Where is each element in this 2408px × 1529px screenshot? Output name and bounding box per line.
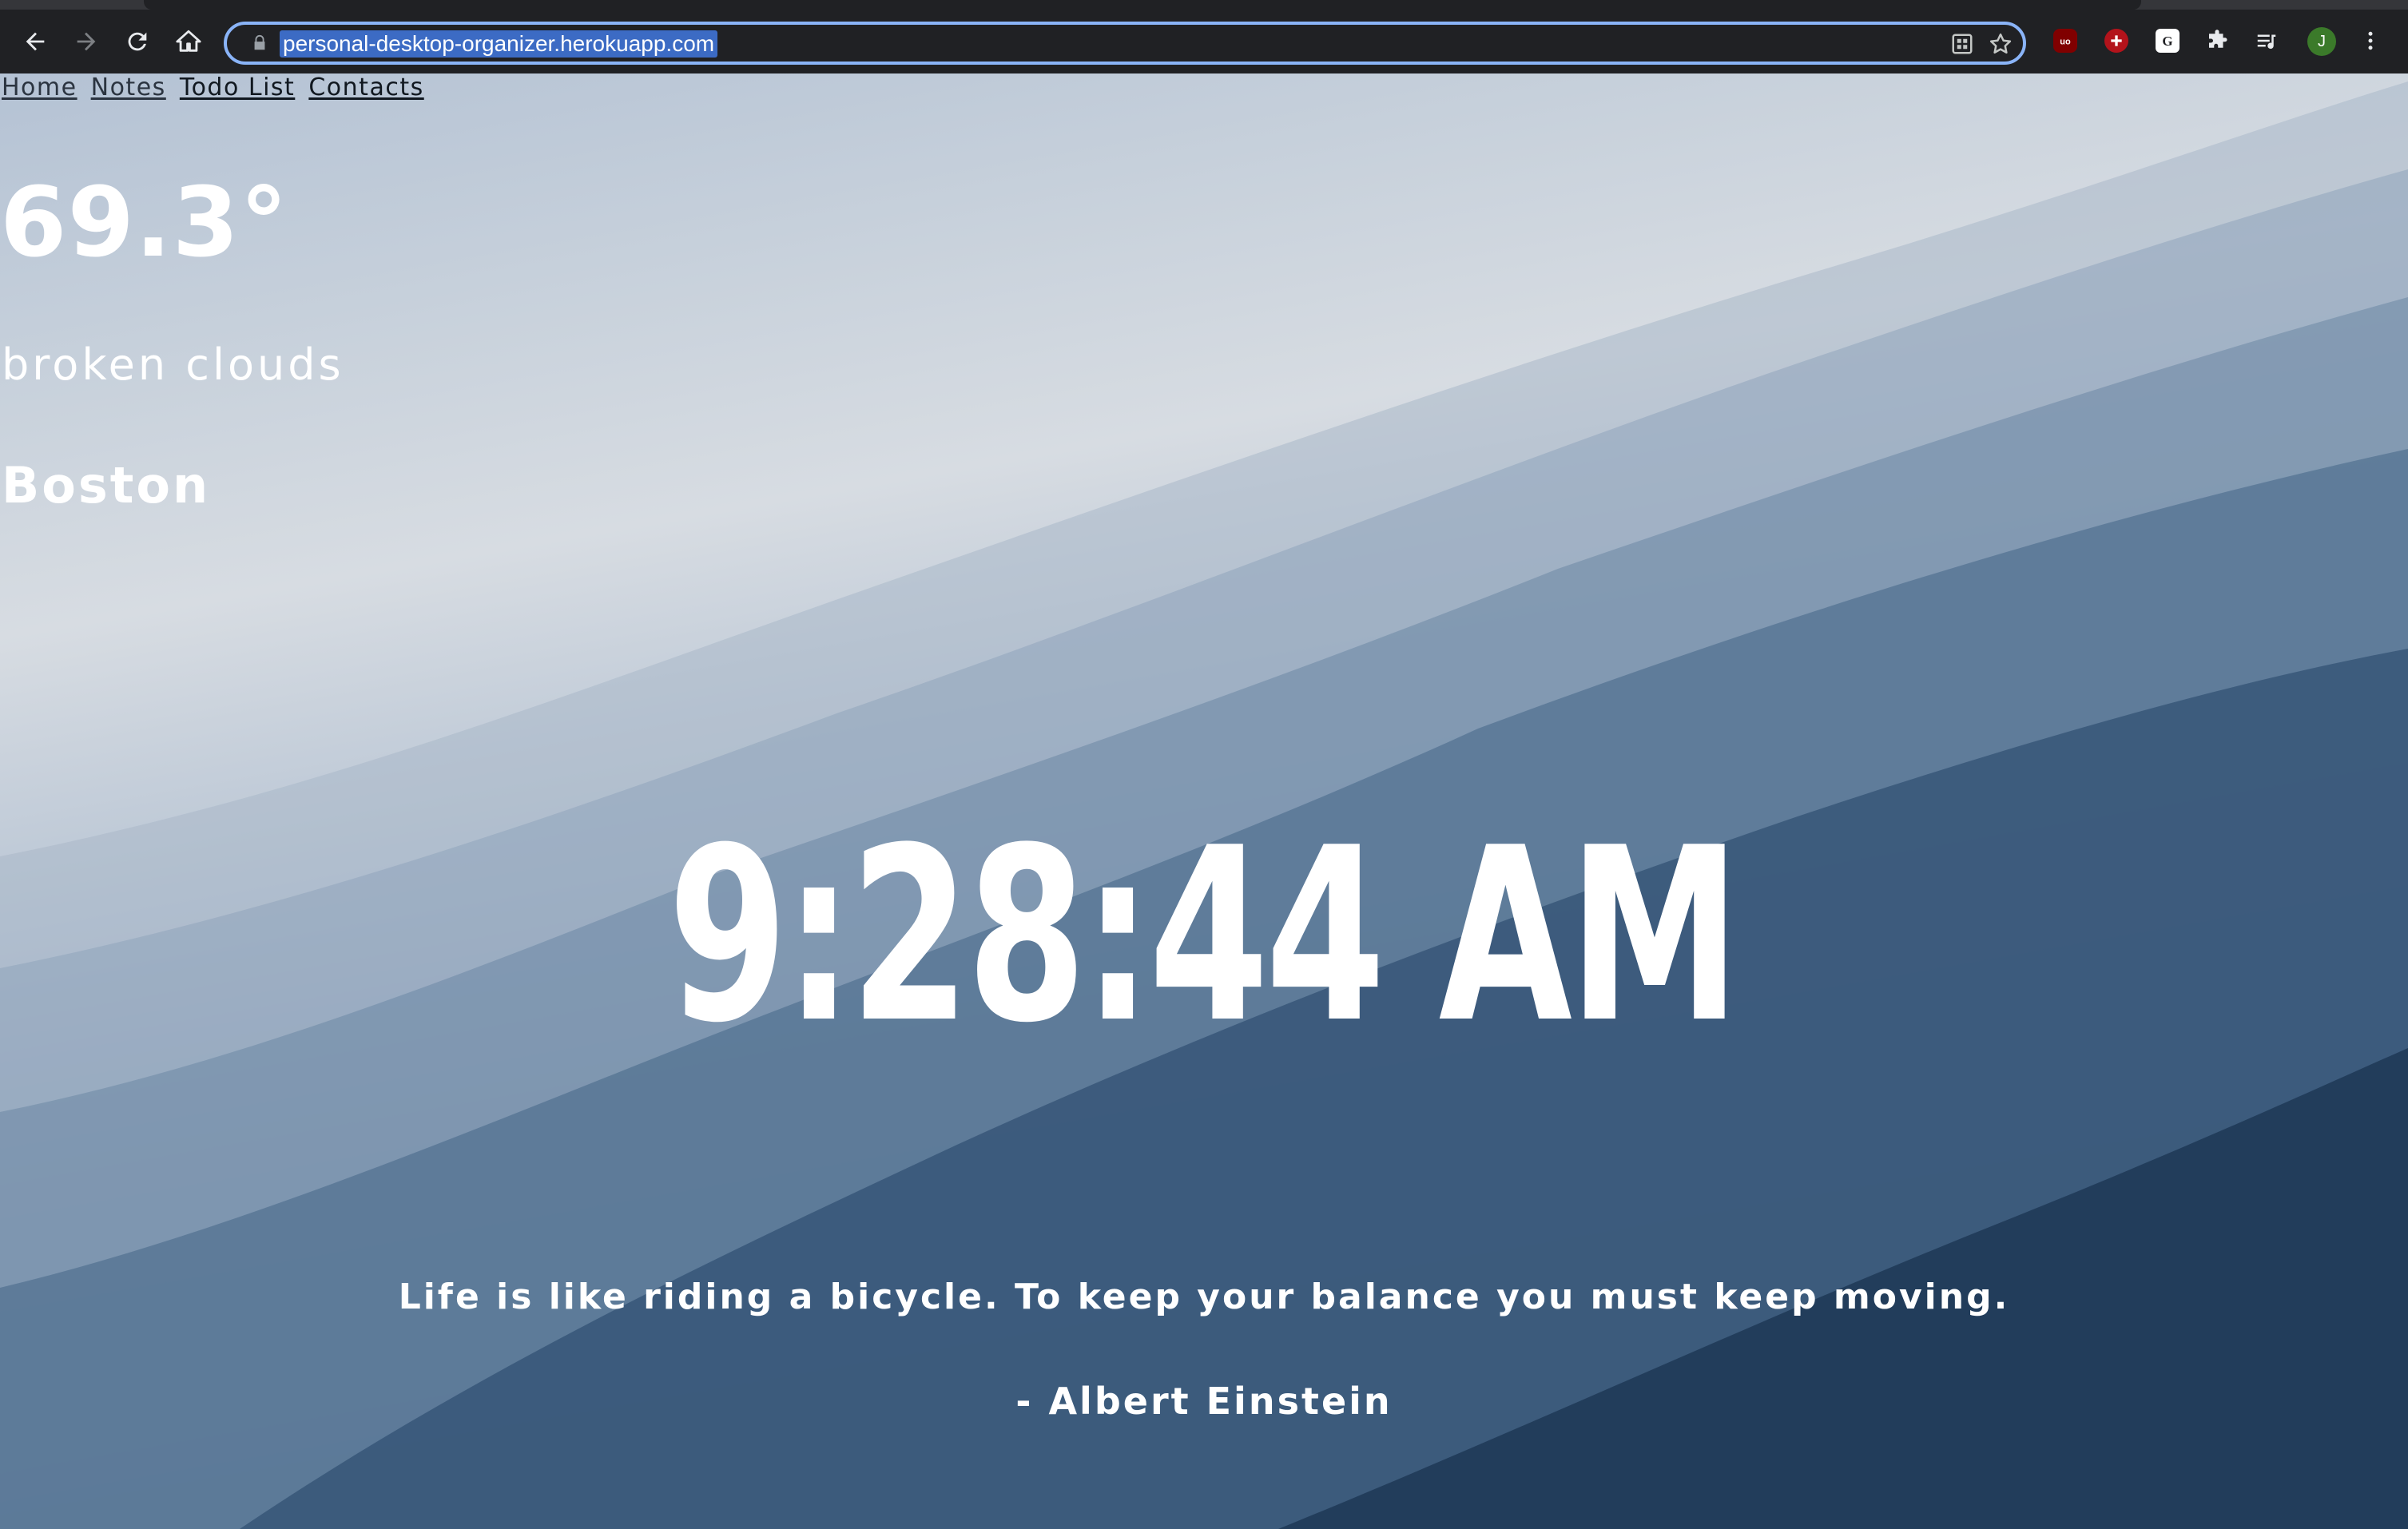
reload-button[interactable] — [118, 24, 157, 62]
nav-link-todo-list[interactable]: Todo List — [180, 73, 295, 101]
weather-description: broken clouds — [2, 340, 344, 390]
reading-list-icon[interactable] — [2255, 29, 2279, 53]
svg-text:uo: uo — [2060, 38, 2071, 47]
home-button[interactable] — [169, 24, 208, 62]
address-bar[interactable]: personal-desktop-organizer.herokuapp.com — [224, 22, 2026, 65]
url-text[interactable]: personal-desktop-organizer.herokuapp.com — [280, 30, 718, 58]
city-name: Boston — [2, 456, 211, 514]
g-extension-icon[interactable]: G — [2156, 29, 2180, 53]
nav-link-home[interactable]: Home — [2, 73, 77, 101]
back-button[interactable] — [16, 24, 54, 62]
browser-toolbar: personal-desktop-organizer.herokuapp.com… — [0, 0, 2408, 73]
browser-window: personal-desktop-organizer.herokuapp.com… — [0, 0, 2408, 1529]
ublock-icon[interactable]: uo — [2053, 29, 2077, 53]
arrow-right-icon — [73, 28, 100, 58]
clock-time: 9:28:44 AM — [667, 796, 1741, 1075]
quote-text: Life is like riding a bicycle. To keep y… — [398, 1277, 2010, 1317]
nav-link-notes[interactable]: Notes — [91, 73, 166, 101]
home-icon — [175, 28, 202, 58]
active-tab[interactable] — [144, 0, 2141, 10]
svg-text:G: G — [2162, 34, 2172, 49]
profile-avatar[interactable]: J — [2307, 27, 2336, 56]
nav-link-contacts[interactable]: Contacts — [308, 73, 423, 101]
quote-author: - Albert Einstein — [1015, 1380, 1393, 1423]
star-icon[interactable] — [1988, 31, 2013, 57]
lock-icon[interactable] — [249, 33, 270, 54]
red-cross-extension-icon[interactable] — [2104, 29, 2128, 53]
arrow-left-icon — [22, 28, 49, 58]
temperature: 69.3° — [0, 168, 289, 279]
reload-icon — [124, 28, 151, 58]
tab-strip — [0, 0, 2408, 10]
kebab-menu-icon[interactable] — [2358, 29, 2382, 53]
forward-button[interactable] — [67, 24, 105, 62]
page-content: Home Notes Todo List Contacts 69.3° brok… — [0, 73, 2408, 1529]
puzzle-icon[interactable] — [2205, 29, 2229, 53]
install-app-icon[interactable] — [1949, 31, 1975, 57]
top-nav: Home Notes Todo List Contacts — [2, 73, 429, 105]
